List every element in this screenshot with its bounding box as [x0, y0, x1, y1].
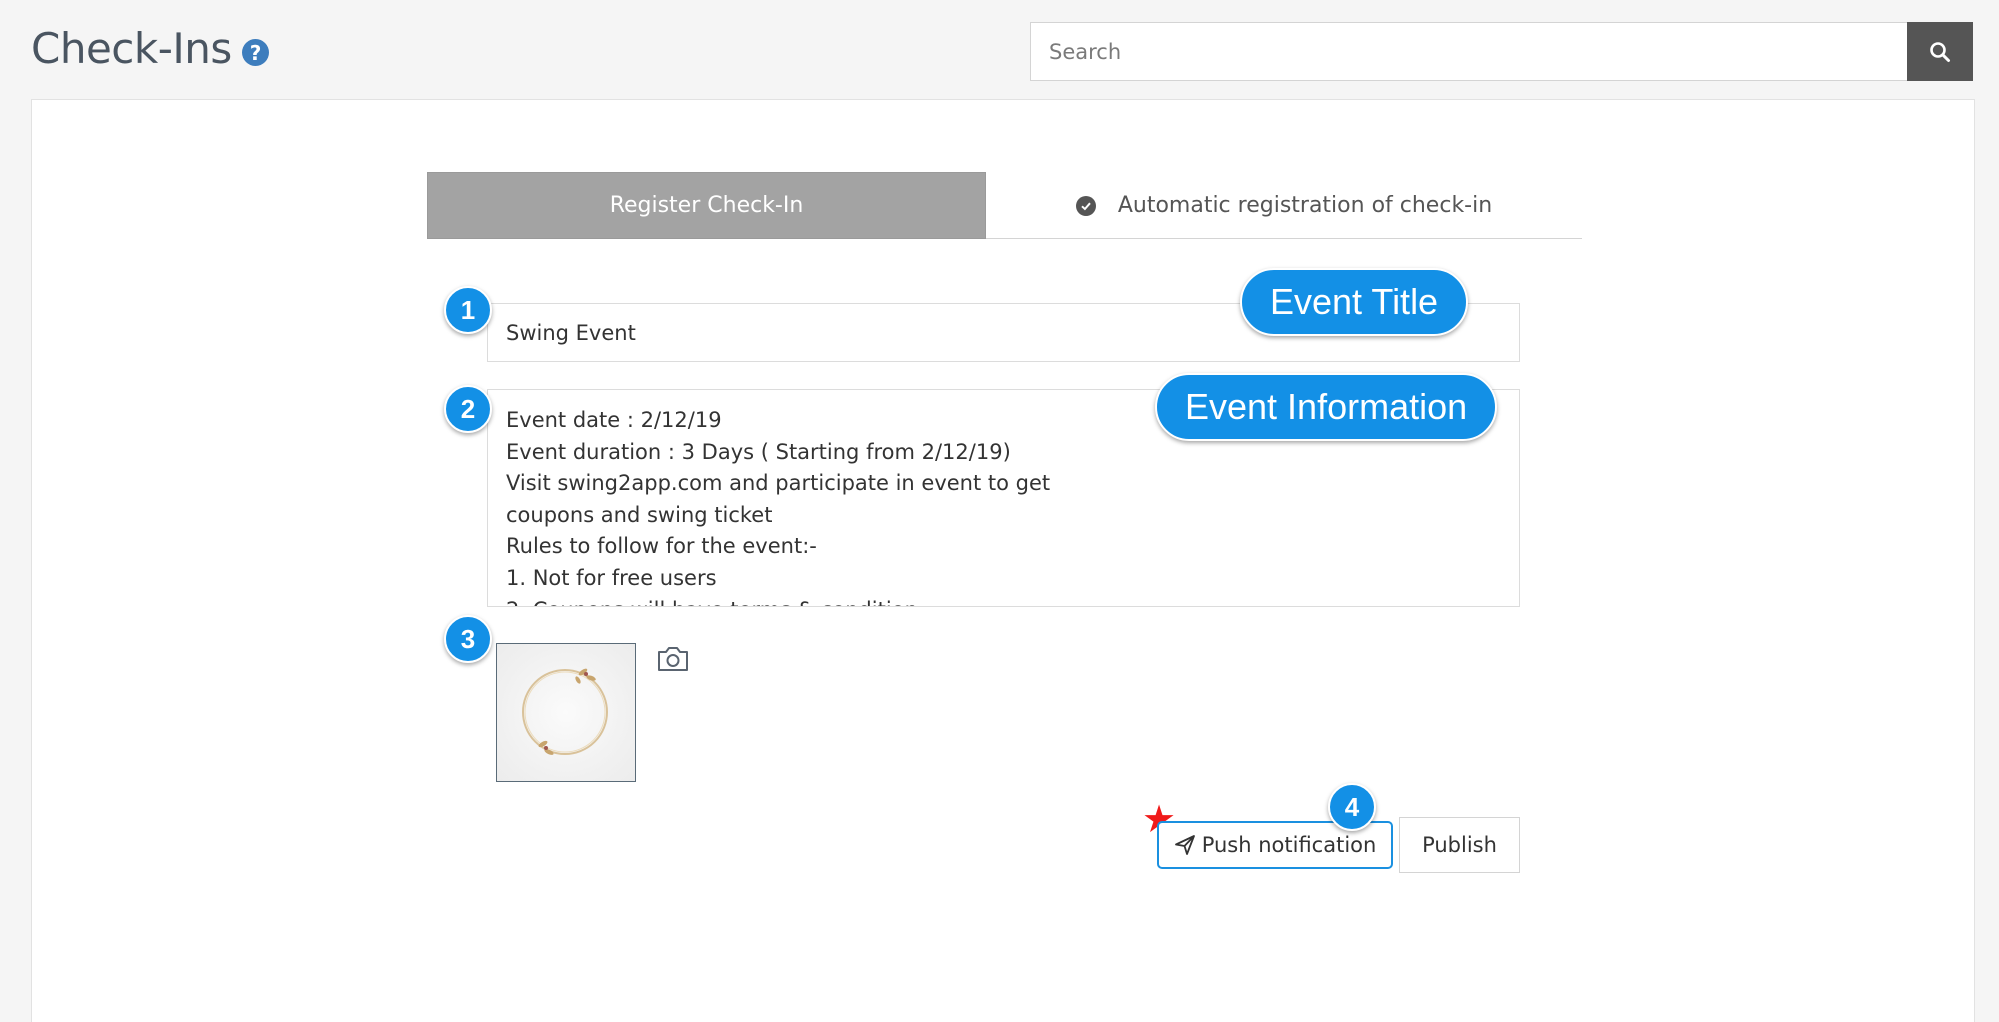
- search-icon: [1930, 41, 1950, 62]
- check-ins-page: Check-Ins ? Register Check-In Automa: [0, 0, 1999, 1022]
- event-image-thumbnail[interactable]: [496, 643, 636, 782]
- floral-wreath-image: [522, 668, 608, 755]
- search-bar: [1030, 22, 1973, 81]
- tab-label: Automatic registration of check-in: [1117, 193, 1493, 218]
- paper-plane-icon: [1174, 835, 1195, 855]
- search-input[interactable]: [1030, 22, 1907, 81]
- annotation-badge-4: 4: [1328, 783, 1376, 831]
- annotation-badge-1: 1: [444, 286, 492, 334]
- page-title: Check-Ins ?: [31, 24, 269, 73]
- check-circle-icon: [1075, 195, 1096, 216]
- question-circle-icon[interactable]: ?: [241, 39, 269, 66]
- publish-label: Publish: [1422, 833, 1497, 857]
- push-notification-label: Push notification: [1201, 833, 1377, 857]
- annotation-badge-2: 2: [444, 385, 492, 433]
- page-title-text: Check-Ins: [31, 24, 232, 73]
- tab-register-check-in[interactable]: Register Check-In: [427, 172, 986, 239]
- camera-icon[interactable]: [656, 645, 690, 677]
- main-panel: Register Check-In Automatic registration…: [31, 99, 1975, 1022]
- tab-automatic-registration[interactable]: Automatic registration of check-in: [986, 172, 1582, 239]
- event-information-callout: Event Information: [1155, 373, 1498, 441]
- search-button[interactable]: [1907, 22, 1973, 81]
- publish-button[interactable]: Publish: [1399, 817, 1520, 873]
- event-title-callout: Event Title: [1240, 268, 1469, 336]
- tab-bar: Register Check-In Automatic registration…: [427, 172, 1582, 239]
- annotation-badge-3: 3: [444, 615, 492, 663]
- tab-label: Register Check-In: [609, 193, 804, 218]
